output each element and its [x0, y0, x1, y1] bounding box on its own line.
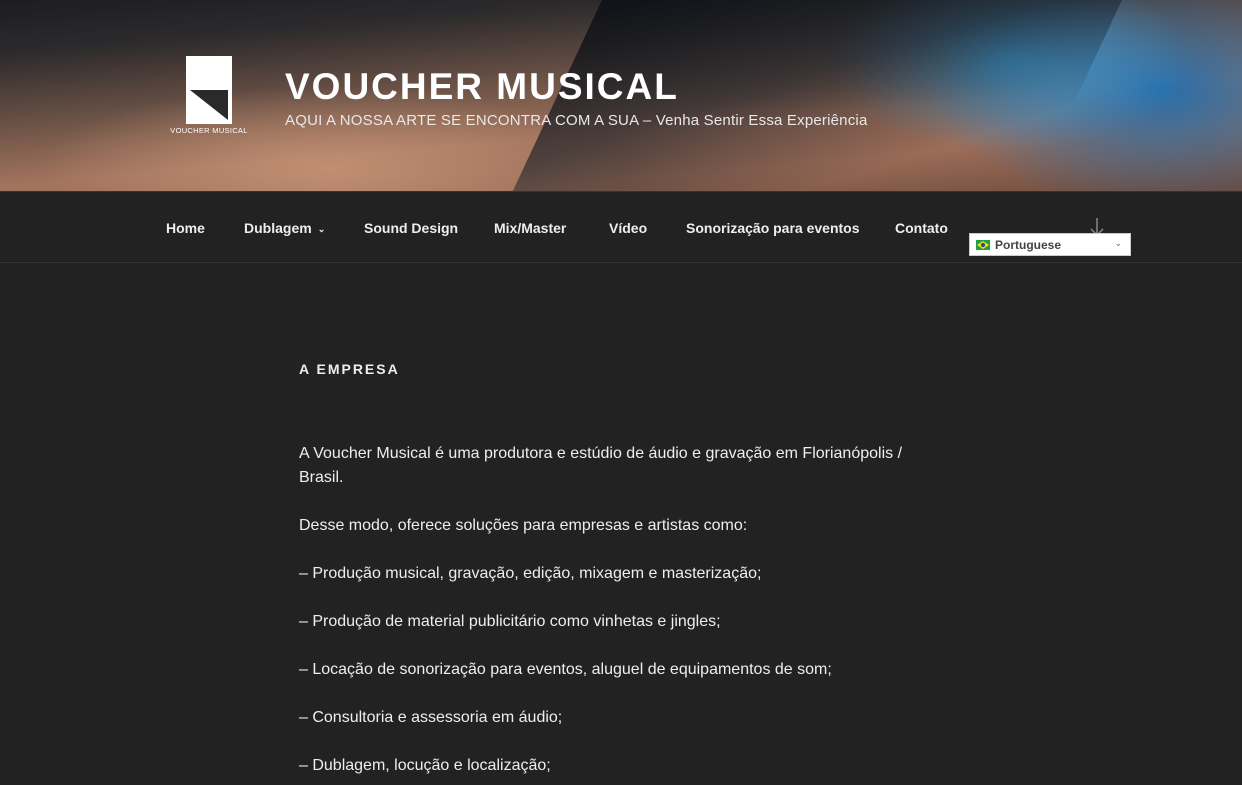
- page-title: A EMPRESA: [299, 361, 400, 377]
- list-item: – Consultoria e assessoria em áudio;: [299, 709, 563, 726]
- nav-item-mix-master[interactable]: Mix/Master: [494, 220, 566, 236]
- nav-item-video[interactable]: Vídeo: [609, 220, 647, 236]
- site-description: AQUI A NOSSA ARTE SE ENCONTRA COM A SUA …: [285, 112, 868, 129]
- logo-mark-icon: [186, 56, 232, 124]
- chevron-down-icon: ⌄: [1114, 238, 1122, 248]
- nav-item-dublagem[interactable]: Dublagem ⌄: [244, 220, 325, 236]
- paragraph: Desse modo, oferece soluções para empres…: [299, 517, 748, 534]
- list-item: – Produção musical, gravação, edição, mi…: [299, 565, 762, 582]
- site-header: VOUCHER MUSICAL VOUCHER MUSICAL AQUI A N…: [0, 0, 1242, 191]
- nav-item-label: Dublagem: [244, 220, 312, 236]
- nav-item-sound-design[interactable]: Sound Design: [364, 220, 458, 236]
- nav-item-contato[interactable]: Contato: [895, 220, 948, 236]
- logo-text: VOUCHER MUSICAL: [170, 126, 248, 135]
- nav-item-home[interactable]: Home: [166, 220, 205, 236]
- language-selected: Portuguese: [995, 237, 1062, 252]
- list-item: – Locação de sonorização para eventos, a…: [299, 661, 832, 678]
- site-title[interactable]: VOUCHER MUSICAL: [285, 66, 679, 108]
- site-logo[interactable]: VOUCHER MUSICAL: [168, 56, 250, 138]
- chevron-down-icon: ⌄: [317, 224, 326, 234]
- list-item: – Produção de material publicitário como…: [299, 613, 721, 630]
- language-selector[interactable]: Portuguese ⌄: [969, 233, 1131, 256]
- paragraph: A Voucher Musical é uma produtora e estú…: [299, 445, 903, 486]
- list-item: – Dublagem, locução e localização;: [299, 757, 551, 774]
- nav-item-sonorizacao[interactable]: Sonorização para eventos: [686, 220, 860, 236]
- brazil-flag-icon: [976, 239, 990, 250]
